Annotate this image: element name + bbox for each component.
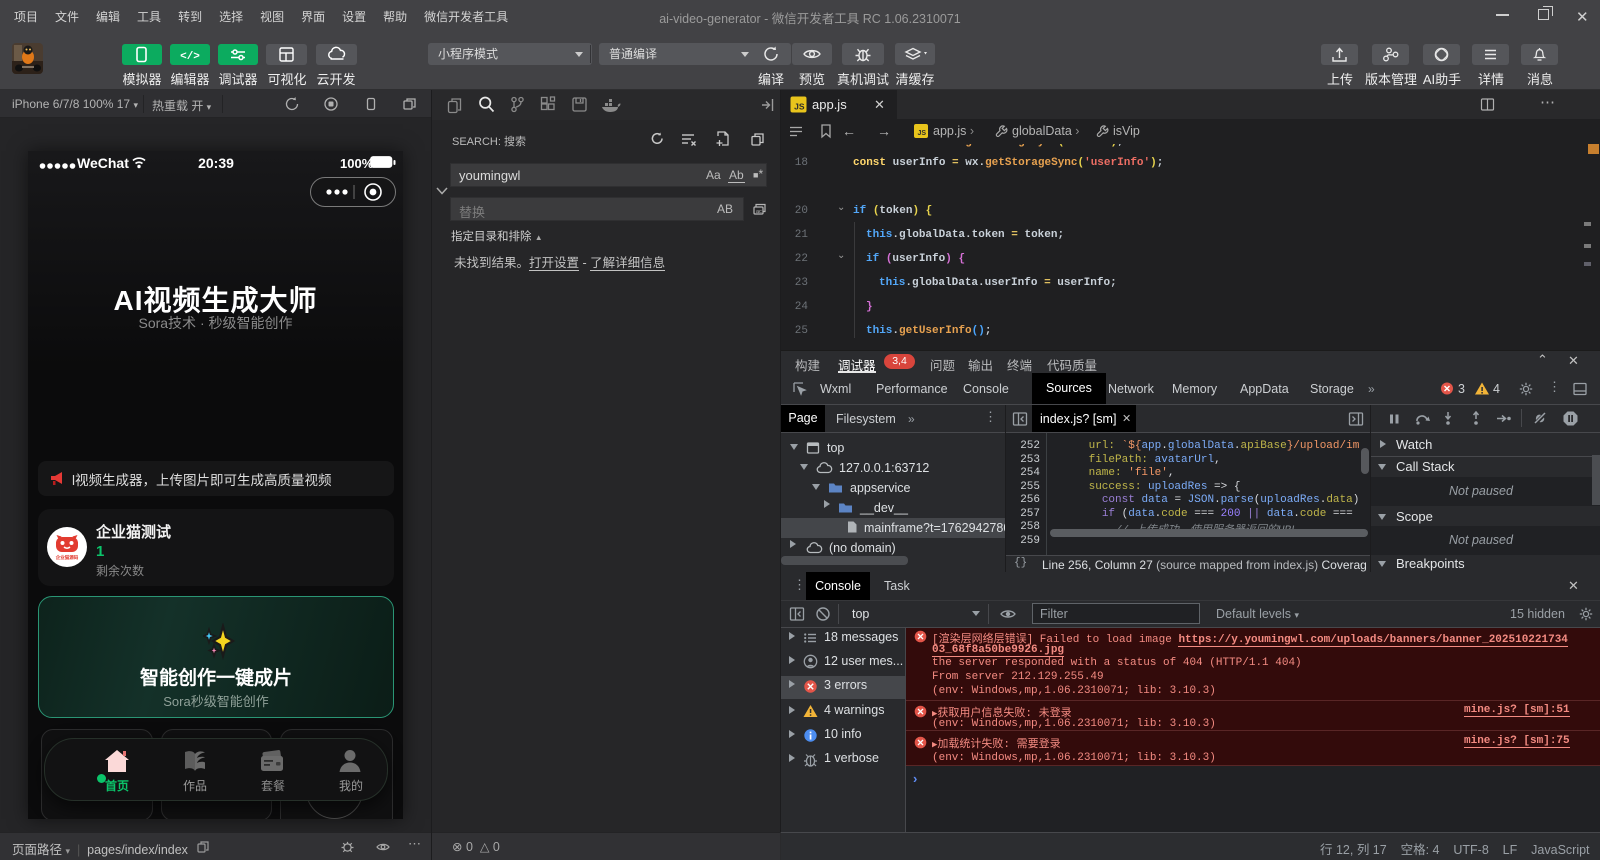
svg-text:JS: JS: [794, 102, 805, 112]
svg-text:JS: JS: [917, 130, 926, 137]
svg-text:</>: </>: [180, 51, 200, 63]
svg-text:ac: ac: [756, 209, 762, 215]
svg-text:企业猫源码: 企业猫源码: [56, 554, 79, 561]
